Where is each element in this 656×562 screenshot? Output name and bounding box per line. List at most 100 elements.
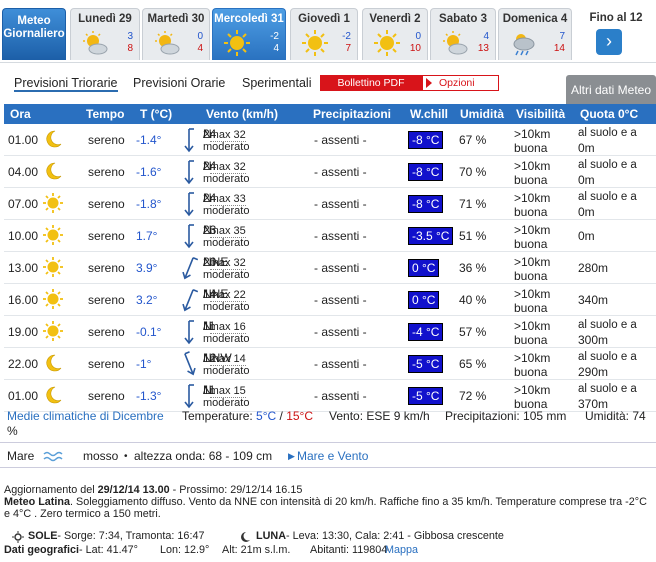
wind-arrow-icon <box>180 351 198 377</box>
cell-vento: NNE 14 / max 22 <box>203 287 246 302</box>
cell-vento: N 24 / max 32 <box>203 127 246 142</box>
cell-prec: - assenti - <box>314 197 367 211</box>
cell-ora: 10.00 <box>8 229 39 243</box>
cell-ora: 04.00 <box>8 165 39 179</box>
cell-temp: -1° <box>136 357 152 371</box>
cell-tempo: sereno <box>88 389 125 403</box>
cell-prec: - assenti - <box>314 325 367 339</box>
cell-prec: - assenti - <box>314 261 367 275</box>
cell-vento-desc: moderato <box>203 237 250 249</box>
cell-umid: 36 % <box>459 261 487 275</box>
cell-quota: al suolo e a <box>578 319 637 331</box>
cell-vis: >10km <box>514 287 551 301</box>
wind-arrow-icon <box>180 255 199 281</box>
sun-cloud-icon <box>155 31 180 55</box>
cell-quota-value: 0m <box>578 141 595 155</box>
col-vento: Vento (km/h) <box>206 107 279 121</box>
day-tab-martedi[interactable]: Martedì 30 04 <box>142 8 210 60</box>
medie-prec: Precipitazioni: 105 mm <box>445 409 567 423</box>
mare-stato: mosso <box>83 449 119 463</box>
cell-ora: 13.00 <box>8 261 39 275</box>
table-row: 22.00 sereno -1° NNW 12 / max 14 moderato - a… <box>4 348 656 380</box>
pdf-button[interactable]: Bollettino PDF <box>320 75 422 91</box>
day-tab-domenica[interactable]: Domenica 4 7 14 <box>498 8 572 60</box>
cell-prec: - assenti - <box>314 357 367 371</box>
col-vis: Visibilità <box>516 107 566 121</box>
col-wchill: W.chill <box>410 107 449 121</box>
waves-icon <box>43 451 63 462</box>
tab-triorarie[interactable]: Previsioni Triorarie <box>14 76 118 92</box>
cell-wchill: -4 °C <box>407 323 444 341</box>
cell-vento-desc: moderato <box>203 173 250 185</box>
cell-ora: 16.00 <box>8 293 39 307</box>
cell-wchill: -5 °C <box>407 387 444 405</box>
cell-prec: - assenti - <box>314 165 367 179</box>
cell-umid: 65 % <box>459 357 487 371</box>
medie-tmax: 15°C <box>286 409 314 423</box>
sun-icon <box>302 30 328 56</box>
cell-vis-desc: buona <box>514 333 548 347</box>
wind-arrow-icon <box>180 383 198 409</box>
cell-vis: >10km <box>514 319 551 333</box>
temp-max: 4 <box>273 43 279 54</box>
cell-wchill: -8 °C <box>407 195 444 213</box>
tab-sperimentali[interactable]: Sperimentali <box>242 76 311 90</box>
rain-icon <box>513 34 535 56</box>
cell-vento-desc: moderato <box>203 365 250 377</box>
temp-min: -2 <box>342 31 351 42</box>
sun-icon <box>42 256 64 278</box>
cell-vento-desc: moderato <box>203 269 250 281</box>
tab-orarie[interactable]: Previsioni Orarie <box>133 76 225 90</box>
mare-link[interactable]: Mare e Vento <box>297 449 368 463</box>
medie-link[interactable]: Medie climatiche di Dicembre <box>7 409 164 423</box>
geo-label: Dati geografici <box>4 544 79 556</box>
day-tab-venerdi[interactable]: Venerdì 2 0 10 <box>362 8 428 60</box>
wind-speed: 24 <box>203 127 217 141</box>
update-line: Aggiornamento del 29/12/14 13.00 - Pross… <box>4 484 654 496</box>
wind-speed: 11 <box>203 319 216 333</box>
day-tab-mercoledi[interactable]: Mercoledì 31 -2 4 <box>212 8 286 60</box>
next-update: - Prossimo: 29/12/14 16.15 <box>169 484 303 496</box>
cell-vis-desc: buona <box>514 205 548 219</box>
day-tab-giovedi[interactable]: Giovedì 1 -2 7 <box>290 8 358 60</box>
wind-speed: 24 <box>203 159 217 173</box>
cell-vento-desc: moderato <box>203 301 250 313</box>
table-row: 01.00 sereno -1.4° N 24 / max 32 moderato - a… <box>4 124 656 156</box>
meteo-title: Meteo Latina <box>4 496 70 508</box>
day-tabs: Meteo Giornaliero Lunedì 29 38 Martedì 3… <box>0 0 656 62</box>
cell-vento: NNE 20 / max 32 <box>203 255 246 270</box>
temp-max: 4 <box>197 43 203 54</box>
temp-min: -2 <box>270 31 279 42</box>
cell-ora: 01.00 <box>8 133 39 147</box>
day-tab-sabato[interactable]: Sabato 3 4 13 <box>430 8 496 60</box>
geo-alt: Alt: 21m s.l.m. <box>222 544 291 556</box>
cell-vis: >10km <box>514 223 551 237</box>
cell-quota: 280m <box>578 261 609 275</box>
cell-wchill: -8 °C <box>407 131 444 149</box>
luna-text: - Leva: 13:30, Cala: 2:41 - Gibbosa cres… <box>286 530 504 542</box>
mare-onda: altezza onda: 68 - 109 cm <box>134 449 273 463</box>
cell-vento-desc: moderato <box>203 141 250 153</box>
mare-label: Mare <box>7 449 35 463</box>
cell-quota: al suolo e a <box>578 191 637 203</box>
cell-tempo: sereno <box>88 229 125 243</box>
medie-temp: Temperature: 5°C / 15°C <box>182 409 313 423</box>
sea-bar: Mare mosso • altezza onda: 68 - 109 cm ▶… <box>0 442 656 468</box>
chevron-right-icon[interactable]: › <box>596 29 622 55</box>
temp-max: 8 <box>127 43 133 54</box>
altri-dati-button[interactable]: Altri dati Meteo <box>566 75 656 105</box>
table-row: 10.00 sereno 1.7° N 23 / max 35 moderato - as… <box>4 220 656 252</box>
options-button[interactable]: Opzioni <box>422 75 499 91</box>
col-temp: T (°C) <box>140 107 173 121</box>
temp-max: 13 <box>477 43 489 54</box>
day-tab-label: Giovedì 1 <box>298 13 350 25</box>
day-tab-giornaliero[interactable]: Meteo Giornaliero <box>2 8 66 60</box>
table-row: 04.00 sereno -1.6° N 24 / max 32 moderato - a… <box>4 156 656 188</box>
cell-vis-desc: buona <box>514 301 548 315</box>
cell-vis: >10km <box>514 191 551 205</box>
cell-quota-value: 0m <box>578 205 595 219</box>
wind-arrow-icon <box>180 127 198 153</box>
col-umid: Umidità <box>460 107 505 121</box>
day-tab-lunedi[interactable]: Lunedì 29 38 <box>70 8 140 60</box>
wind-speed: 20 <box>203 255 217 269</box>
